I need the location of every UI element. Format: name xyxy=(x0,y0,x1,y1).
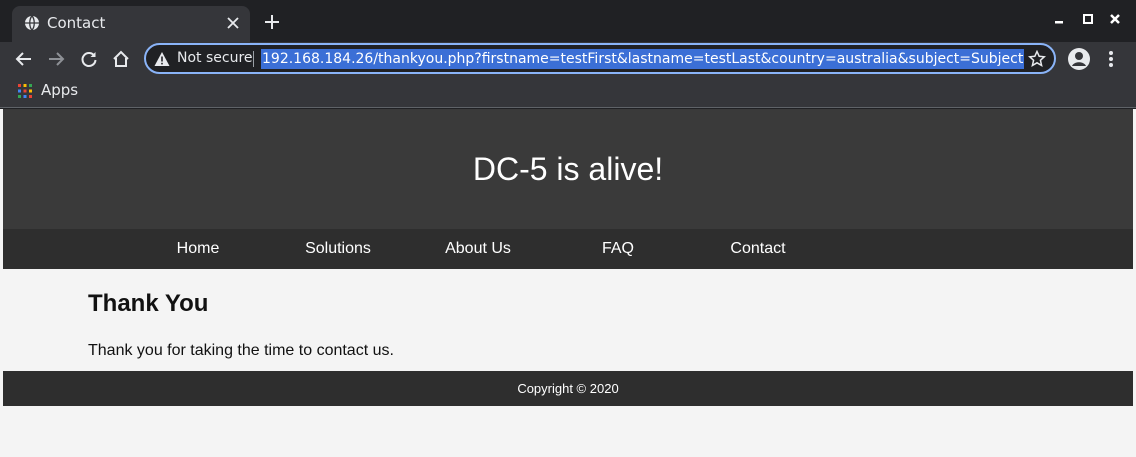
maximize-icon[interactable] xyxy=(1081,12,1095,26)
toolbar: Not secure 192.168.184.26/thankyou.php?f… xyxy=(0,42,1136,76)
nav-about-us[interactable]: About Us xyxy=(408,229,548,269)
web-page: DC-5 is alive! Home Solutions About Us F… xyxy=(3,109,1133,457)
nav-faq[interactable]: FAQ xyxy=(548,229,688,269)
profile-avatar-icon[interactable] xyxy=(1067,47,1091,71)
url-text[interactable]: 192.168.184.26/thankyou.php?firstname=te… xyxy=(261,49,1025,69)
more-menu-icon[interactable] xyxy=(1104,49,1118,69)
back-arrow-icon[interactable] xyxy=(14,49,34,69)
warning-icon[interactable] xyxy=(154,51,170,67)
browser-window: Contact Not secure 192.168.184.26/thanky… xyxy=(0,0,1136,109)
tab-title: Contact xyxy=(47,14,106,32)
nav-solutions[interactable]: Solutions xyxy=(268,229,408,269)
thank-you-message: Thank you for taking the time to contact… xyxy=(88,342,394,359)
nav-home[interactable]: Home xyxy=(128,229,268,269)
forward-arrow-icon[interactable] xyxy=(46,49,66,69)
address-bar[interactable]: Not secure 192.168.184.26/thankyou.php?f… xyxy=(144,43,1056,74)
apps-grid-icon[interactable] xyxy=(18,84,32,98)
bookmark-star-icon[interactable] xyxy=(1028,50,1046,68)
site-footer: Copyright © 2020 xyxy=(3,371,1133,406)
home-icon[interactable] xyxy=(111,49,131,69)
site-header: DC-5 is alive! xyxy=(3,109,1133,229)
new-tab-icon[interactable] xyxy=(263,13,281,31)
bookmark-apps[interactable]: Apps xyxy=(41,81,78,99)
tab-strip: Contact xyxy=(0,0,1136,42)
globe-icon xyxy=(25,15,39,31)
nav-contact[interactable]: Contact xyxy=(688,229,828,269)
reload-icon[interactable] xyxy=(79,49,99,69)
close-tab-icon[interactable] xyxy=(224,14,242,32)
bookmarks-bar: Apps xyxy=(0,76,1136,108)
close-window-icon[interactable] xyxy=(1108,12,1122,26)
page-heading: Thank You xyxy=(88,290,209,317)
omnibox-divider xyxy=(253,51,254,67)
tab-contact[interactable]: Contact xyxy=(12,6,250,42)
main-content: Thank You Thank you for taking the time … xyxy=(3,269,1133,371)
main-nav: Home Solutions About Us FAQ Contact xyxy=(3,229,1133,269)
site-title: DC-5 is alive! xyxy=(472,150,664,187)
not-secure-label[interactable]: Not secure xyxy=(177,50,253,66)
minimize-icon[interactable] xyxy=(1052,12,1066,26)
